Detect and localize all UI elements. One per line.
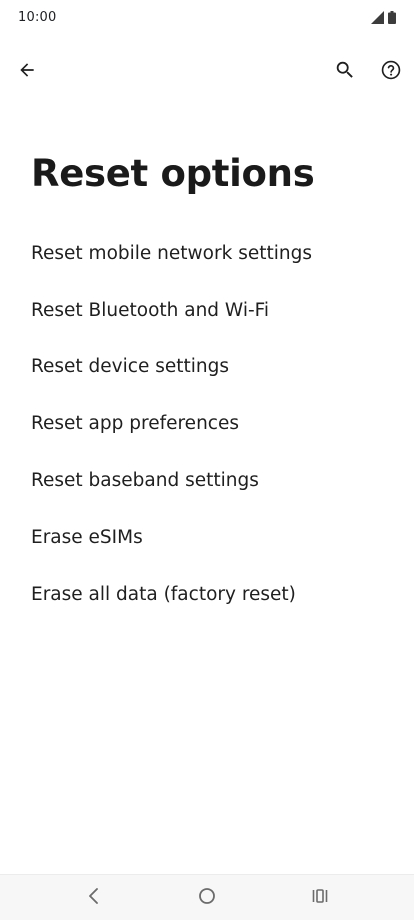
signal-icon <box>371 11 384 24</box>
help-icon <box>380 59 402 85</box>
options-list: Reset mobile network settings Reset Blue… <box>0 225 414 623</box>
nav-home-button[interactable] <box>187 883 227 913</box>
nav-back-button[interactable] <box>74 883 114 913</box>
option-reset-mobile-network[interactable]: Reset mobile network settings <box>0 225 414 282</box>
option-reset-app-preferences[interactable]: Reset app preferences <box>0 395 414 452</box>
status-bar: 10:00 <box>0 0 414 36</box>
navigation-bar <box>0 874 414 920</box>
recents-icon <box>311 887 329 909</box>
status-time: 10:00 <box>18 10 57 25</box>
status-icons <box>371 11 396 24</box>
back-arrow-icon <box>17 60 37 84</box>
nav-recents-button[interactable] <box>300 883 340 913</box>
battery-icon <box>388 11 396 24</box>
option-factory-reset[interactable]: Erase all data (factory reset) <box>0 566 414 623</box>
help-button[interactable] <box>371 52 411 92</box>
home-icon <box>198 887 216 909</box>
search-icon <box>334 59 356 85</box>
toolbar <box>0 44 414 100</box>
option-erase-esims[interactable]: Erase eSIMs <box>0 509 414 566</box>
option-reset-baseband-settings[interactable]: Reset baseband settings <box>0 452 414 509</box>
search-button[interactable] <box>325 52 365 92</box>
option-reset-device-settings[interactable]: Reset device settings <box>0 339 414 396</box>
back-button[interactable] <box>7 52 47 92</box>
nav-back-icon <box>87 887 101 909</box>
option-reset-bluetooth-wifi[interactable]: Reset Bluetooth and Wi-Fi <box>0 282 414 339</box>
page-title: Reset options <box>31 152 315 195</box>
